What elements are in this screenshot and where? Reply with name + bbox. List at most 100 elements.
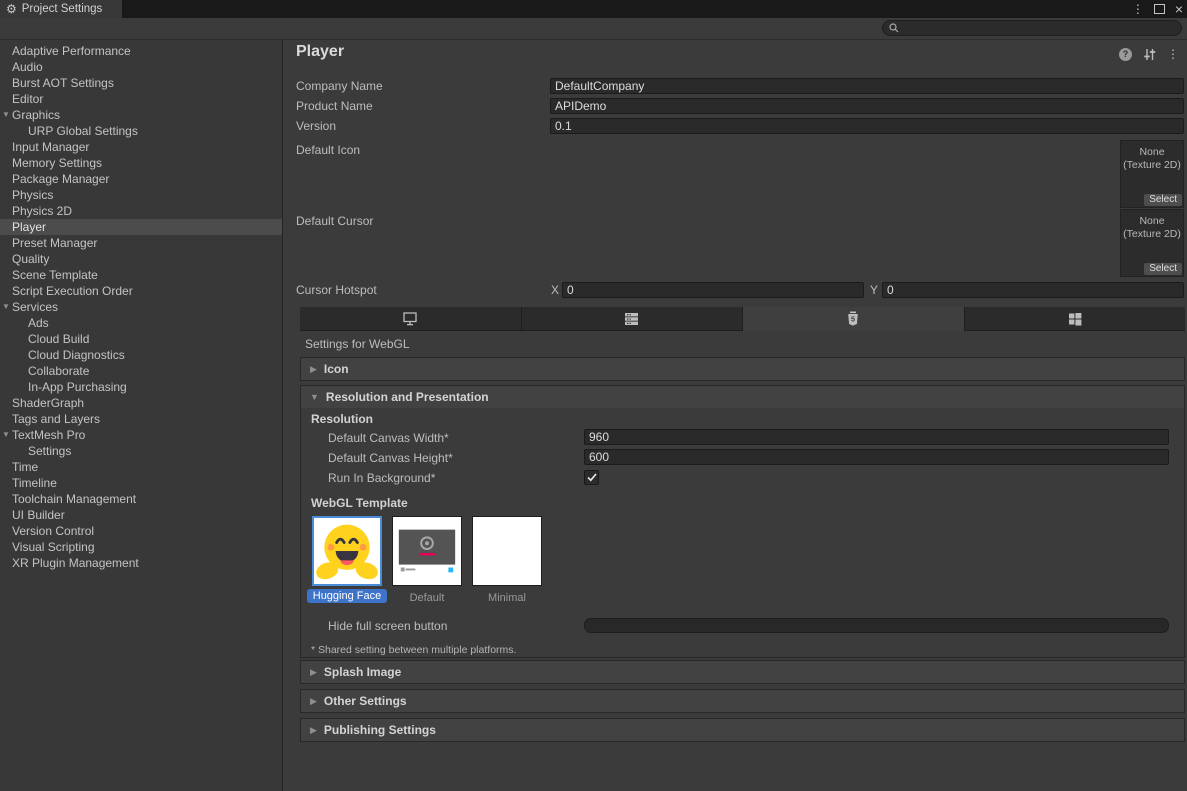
- hotspot-y-input[interactable]: 0: [882, 282, 1184, 298]
- section-title: Icon: [324, 362, 349, 376]
- texture-none-value: None: [1121, 146, 1183, 159]
- sidebar-item-label: Collaborate: [28, 364, 89, 378]
- section-icon-header[interactable]: ▶ Icon: [301, 358, 1184, 380]
- default-cursor-texture-box[interactable]: None (Texture 2D) Select: [1120, 209, 1184, 277]
- texture-none-value: None: [1121, 215, 1183, 228]
- sidebar-item-memory-settings[interactable]: Memory Settings: [0, 155, 282, 171]
- sidebar-item-graphics[interactable]: ▼Graphics: [0, 107, 282, 123]
- section-title: Publishing Settings: [324, 723, 436, 737]
- sidebar-item-textmesh-pro[interactable]: ▼TextMesh Pro: [0, 427, 282, 443]
- template-hugging-face-label[interactable]: Hugging Face: [302, 590, 392, 602]
- foldout-open-icon[interactable]: ▼: [2, 107, 10, 123]
- canvas-width-input[interactable]: 960: [584, 429, 1169, 445]
- tab-dedicated-server[interactable]: [522, 307, 743, 331]
- window-menu-icon[interactable]: ⋮: [1132, 2, 1144, 16]
- sidebar-item-version-control[interactable]: Version Control: [0, 523, 282, 539]
- template-default-label[interactable]: Default: [382, 592, 472, 604]
- sidebar-item-quality[interactable]: Quality: [0, 251, 282, 267]
- sidebar-item-toolchain-management[interactable]: Toolchain Management: [0, 491, 282, 507]
- hide-fullscreen-input[interactable]: [584, 618, 1169, 633]
- sidebar-item-cloud-build[interactable]: Cloud Build: [0, 331, 282, 347]
- product-name-input[interactable]: APIDemo: [550, 98, 1184, 114]
- sidebar-item-cloud-diagnostics[interactable]: Cloud Diagnostics: [0, 347, 282, 363]
- sidebar-item-package-manager[interactable]: Package Manager: [0, 171, 282, 187]
- sidebar-item-burst-aot-settings[interactable]: Burst AOT Settings: [0, 75, 282, 91]
- webgl-template-heading: WebGL Template: [311, 496, 408, 510]
- run-in-background-checkbox[interactable]: [584, 470, 599, 485]
- sidebar-item-adaptive-performance[interactable]: Adaptive Performance: [0, 43, 282, 59]
- default-cursor-label: Default Cursor: [296, 214, 373, 228]
- sidebar-item-collaborate[interactable]: Collaborate: [0, 363, 282, 379]
- sidebar-item-tags-and-layers[interactable]: Tags and Layers: [0, 411, 282, 427]
- sidebar-item-label: Settings: [28, 444, 71, 458]
- sidebar-item-audio[interactable]: Audio: [0, 59, 282, 75]
- tab-windows-store[interactable]: [965, 307, 1186, 331]
- sidebar-item-label: Burst AOT Settings: [12, 76, 114, 90]
- sidebar-item-preset-manager[interactable]: Preset Manager: [0, 235, 282, 251]
- sidebar-list: Adaptive PerformanceAudio Burst AOT Setti…: [0, 43, 282, 571]
- sidebar-item-visual-scripting[interactable]: Visual Scripting: [0, 539, 282, 555]
- sidebar-item-label: In-App Purchasing: [28, 380, 127, 394]
- sidebar-item-label: Package Manager: [12, 172, 109, 186]
- sidebar-item-xr-plugin-management[interactable]: XR Plugin Management: [0, 555, 282, 571]
- foldout-closed-icon: ▶: [310, 696, 317, 707]
- default-icon-texture-box[interactable]: None (Texture 2D) Select: [1120, 140, 1184, 208]
- sidebar-item-label: Physics 2D: [12, 204, 72, 218]
- sidebar-item-urp-global-settings[interactable]: URP Global Settings: [0, 123, 282, 139]
- window-title: Project Settings: [22, 3, 103, 15]
- sidebar-item-time[interactable]: Time: [0, 459, 282, 475]
- version-input[interactable]: 0.1: [550, 118, 1184, 134]
- sidebar-item-physics[interactable]: Physics: [0, 187, 282, 203]
- tab-webgl[interactable]: 5: [743, 307, 964, 331]
- help-icon[interactable]: ?: [1119, 48, 1132, 61]
- panel-menu-icon[interactable]: ⋮: [1167, 47, 1179, 61]
- template-hugging-face-thumbnail[interactable]: [312, 516, 382, 586]
- sidebar-item-label: Audio: [12, 60, 43, 74]
- sidebar-item-label: Player: [12, 220, 46, 234]
- sidebar-item-script-execution-order[interactable]: Script Execution Order: [0, 283, 282, 299]
- template-default-thumbnail[interactable]: [392, 516, 462, 586]
- sidebar-item-timeline[interactable]: Timeline: [0, 475, 282, 491]
- section-splash-header[interactable]: ▶ Splash Image: [301, 661, 1184, 683]
- shared-setting-footnote: * Shared setting between multiple platfo…: [311, 644, 516, 656]
- sidebar-item-settings[interactable]: Settings: [0, 443, 282, 459]
- tab-standalone[interactable]: [300, 307, 521, 331]
- template-minimal-thumbnail[interactable]: [472, 516, 542, 586]
- hotspot-x-input[interactable]: 0: [562, 282, 864, 298]
- foldout-open-icon[interactable]: ▼: [2, 299, 10, 315]
- window-tab-project-settings[interactable]: ⚙ Project Settings: [0, 0, 122, 18]
- company-name-input[interactable]: DefaultCompany: [550, 78, 1184, 94]
- close-icon[interactable]: ×: [1175, 2, 1183, 16]
- presets-icon[interactable]: [1143, 48, 1156, 61]
- section-other-settings: ▶ Other Settings: [300, 689, 1185, 713]
- sidebar-item-input-manager[interactable]: Input Manager: [0, 139, 282, 155]
- section-resolution-header[interactable]: ▼ Resolution and Presentation: [301, 386, 1184, 408]
- sidebar-item-label: Physics: [12, 188, 53, 202]
- sidebar-item-physics-2d[interactable]: Physics 2D: [0, 203, 282, 219]
- sidebar-item-editor[interactable]: Editor: [0, 91, 282, 107]
- windows-icon: [1068, 312, 1082, 326]
- company-name-label: Company Name: [296, 79, 383, 93]
- sidebar-item-scene-template[interactable]: Scene Template: [0, 267, 282, 283]
- maximize-icon[interactable]: [1154, 4, 1165, 14]
- template-minimal-label[interactable]: Minimal: [462, 592, 552, 604]
- search-icon: [889, 23, 899, 33]
- search-input[interactable]: [882, 20, 1182, 36]
- section-publishing-header[interactable]: ▶ Publishing Settings: [301, 719, 1184, 741]
- sidebar-item-label: Input Manager: [12, 140, 89, 154]
- html5-icon: 5: [846, 311, 860, 327]
- default-icon-select-button[interactable]: Select: [1144, 194, 1182, 206]
- section-other-header[interactable]: ▶ Other Settings: [301, 690, 1184, 712]
- sidebar-item-label: Cloud Build: [28, 332, 89, 346]
- sidebar-item-shadergraph[interactable]: ShaderGraph: [0, 395, 282, 411]
- sidebar-item-player[interactable]: Player: [0, 219, 282, 235]
- foldout-open-icon[interactable]: ▼: [2, 427, 10, 443]
- sidebar-item-label: Visual Scripting: [12, 540, 95, 554]
- sidebar-item-services[interactable]: ▼Services: [0, 299, 282, 315]
- sidebar-item-ui-builder[interactable]: UI Builder: [0, 507, 282, 523]
- default-cursor-select-button[interactable]: Select: [1144, 263, 1182, 275]
- sidebar-item-ads[interactable]: Ads: [0, 315, 282, 331]
- settings-sidebar: Adaptive PerformanceAudio Burst AOT Setti…: [0, 40, 283, 791]
- sidebar-item-in-app-purchasing[interactable]: In-App Purchasing: [0, 379, 282, 395]
- canvas-height-input[interactable]: 600: [584, 449, 1169, 465]
